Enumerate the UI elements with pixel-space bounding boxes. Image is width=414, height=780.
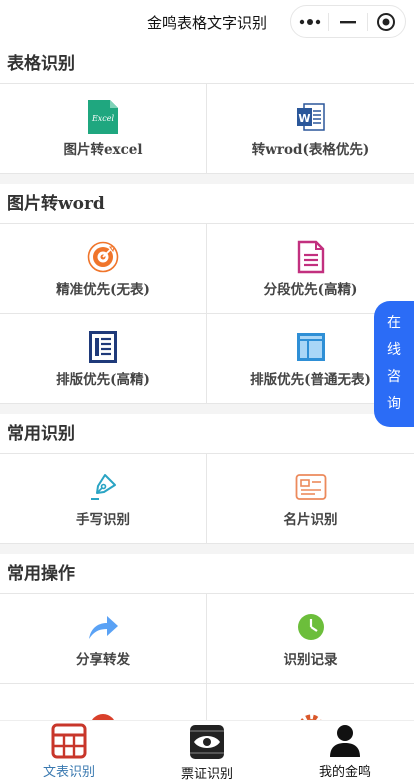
item-label: 识别记录 bbox=[283, 651, 338, 668]
section-common-recognition: 常用识别 手写识别 名片识别 bbox=[0, 414, 414, 544]
minimize-button[interactable] bbox=[329, 5, 366, 38]
help-icon: ? bbox=[86, 710, 120, 720]
tab-table-recognition[interactable]: 文表识别 bbox=[0, 721, 138, 780]
online-consult-button[interactable]: 在 线 咨 询 bbox=[374, 301, 414, 427]
target-close-icon bbox=[377, 12, 396, 31]
user-icon bbox=[325, 723, 365, 759]
section-title: 常用操作 bbox=[0, 554, 414, 594]
target-icon bbox=[86, 240, 120, 274]
share-button[interactable]: 分享转发 bbox=[0, 594, 207, 684]
tab-label: 文表识别 bbox=[42, 765, 95, 780]
business-card-icon bbox=[294, 470, 328, 504]
title-bar: 金鸣表格文字识别 bbox=[0, 0, 414, 44]
layout-first-hq-button[interactable]: 排版优先(高精) bbox=[0, 314, 207, 404]
document-icon bbox=[294, 240, 328, 274]
mini-program-capsule bbox=[290, 5, 406, 38]
business-card-recognition-button[interactable]: 名片识别 bbox=[207, 454, 414, 544]
main-content: 表格识别 Excel 图片转excel W 转wrod(表格优先) 图片转wor… bbox=[0, 44, 414, 720]
item-label: 分享转发 bbox=[76, 651, 130, 668]
bottom-tab-bar: 文表识别 票证识别 我的金鸣 bbox=[0, 720, 414, 780]
tab-label: 我的金鸣 bbox=[318, 765, 371, 780]
recognition-history-button[interactable]: 识别记录 bbox=[207, 594, 414, 684]
section-image-to-word: 图片转word 精准优先(无表) 分段优先(高精) 排版优先(高精) 排版优先(… bbox=[0, 184, 414, 404]
consult-char: 咨 bbox=[387, 369, 401, 385]
tab-label: 票证识别 bbox=[180, 767, 233, 780]
consult-char: 线 bbox=[387, 342, 401, 358]
minimize-icon bbox=[340, 20, 356, 23]
close-button[interactable] bbox=[368, 5, 405, 38]
more-button[interactable] bbox=[291, 5, 328, 38]
paragraph-first-button[interactable]: 分段优先(高精) bbox=[207, 224, 414, 314]
pen-icon bbox=[86, 470, 120, 504]
section-common-operations: 常用操作 分享转发 识别记录 ? bbox=[0, 554, 414, 720]
share-icon bbox=[86, 610, 120, 644]
tab-my-profile[interactable]: 我的金鸣 bbox=[276, 721, 414, 780]
item-label: 名片识别 bbox=[283, 511, 338, 528]
to-word-table-first-button[interactable]: W 转wrod(表格优先) bbox=[207, 84, 414, 174]
item-label: 排版优先(普通无表) bbox=[250, 371, 371, 388]
consult-char: 在 bbox=[387, 315, 401, 331]
handwriting-recognition-button[interactable]: 手写识别 bbox=[0, 454, 207, 544]
section-title: 常用识别 bbox=[0, 414, 414, 454]
section-title: 图片转word bbox=[0, 184, 414, 224]
image-to-excel-button[interactable]: Excel 图片转excel bbox=[0, 84, 207, 174]
more-dots-icon bbox=[299, 18, 320, 25]
consult-char: 询 bbox=[387, 396, 401, 412]
svg-text:W: W bbox=[298, 112, 310, 125]
item-label: 转wrod(表格优先) bbox=[251, 141, 370, 158]
tab-ticket-recognition[interactable]: 票证识别 bbox=[138, 721, 276, 780]
item-label: 分段优先(高精) bbox=[263, 281, 358, 298]
item-label: 精准优先(无表) bbox=[56, 281, 150, 298]
ticket-eye-icon bbox=[187, 723, 227, 761]
item-label: 排版优先(高精) bbox=[56, 371, 150, 388]
section-table-recognition: 表格识别 Excel 图片转excel W 转wrod(表格优先) bbox=[0, 44, 414, 174]
section-title: 表格识别 bbox=[0, 44, 414, 84]
item-label: 手写识别 bbox=[76, 511, 130, 528]
word-icon: W bbox=[294, 100, 328, 134]
clock-icon bbox=[294, 610, 328, 644]
precise-first-button[interactable]: 精准优先(无表) bbox=[0, 224, 207, 314]
item-label: 图片转excel bbox=[63, 141, 143, 158]
gear-icon bbox=[294, 710, 328, 720]
settings-button[interactable] bbox=[207, 684, 414, 720]
excel-icon: Excel bbox=[86, 99, 120, 134]
layout-list-icon bbox=[86, 330, 120, 364]
help-button[interactable]: ? bbox=[0, 684, 207, 720]
layout-icon bbox=[294, 330, 328, 364]
svg-text:Excel: Excel bbox=[91, 114, 115, 123]
table-grid-icon bbox=[49, 723, 89, 759]
